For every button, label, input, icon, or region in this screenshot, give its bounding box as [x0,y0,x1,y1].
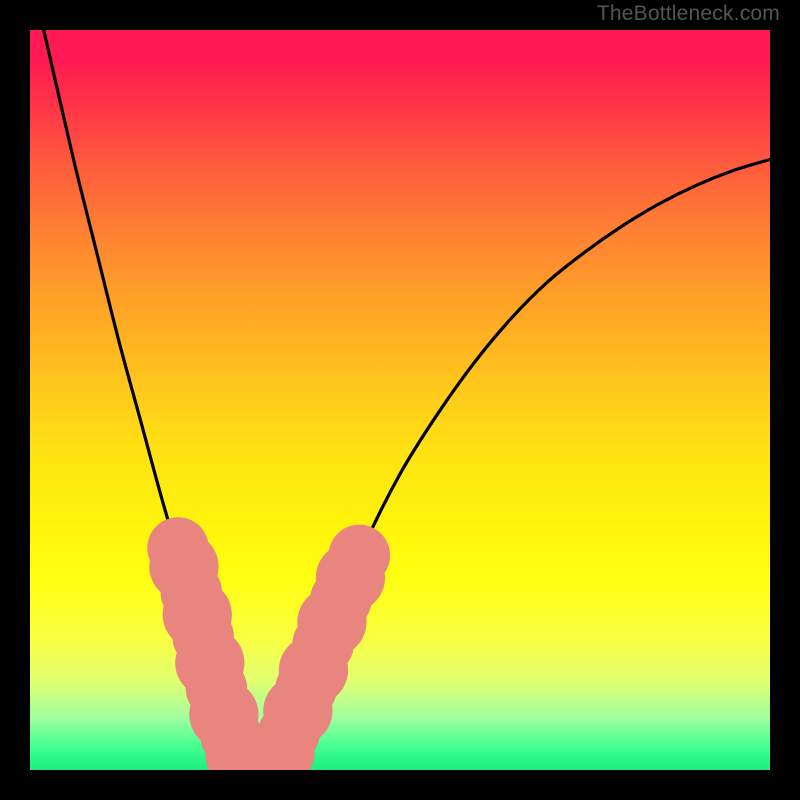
watermark-text: TheBottleneck.com [597,2,780,26]
curve-svg [30,30,770,770]
chart-container: TheBottleneck.com [0,0,800,800]
data-marker [329,525,391,587]
curve-markers [147,517,390,770]
plot-area [30,30,770,770]
bottleneck-curve [30,30,770,770]
